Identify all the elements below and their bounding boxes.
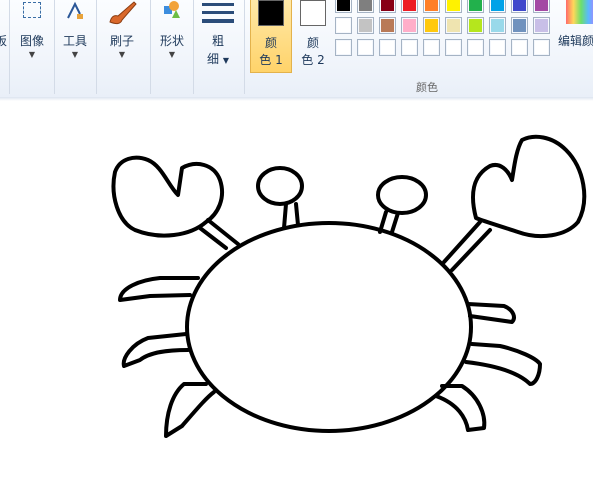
shapes-label: 形状 <box>159 34 184 48</box>
palette-color-swatch[interactable] <box>423 0 440 13</box>
brushes-button[interactable]: 刷子 ▼ <box>100 0 144 70</box>
chevron-down-icon: ▼ <box>118 50 126 59</box>
color2-label-line2: 色 2 <box>301 53 325 67</box>
crab-leg-right-2 <box>464 342 542 386</box>
color1-label-line2: 色 1 <box>259 53 283 67</box>
tools-button[interactable]: 工具 ▼ <box>56 0 94 70</box>
color-wheel-icon <box>566 0 593 24</box>
palette-color-swatch[interactable] <box>489 39 506 56</box>
crab-claw-left <box>111 155 225 238</box>
palette-color-swatch[interactable] <box>511 17 528 34</box>
palette-color-swatch[interactable] <box>423 17 440 34</box>
palette-color-swatch[interactable] <box>533 17 550 34</box>
crab-eye-right <box>376 175 428 215</box>
separator <box>193 0 194 94</box>
palette-color-swatch[interactable] <box>357 39 374 56</box>
crab-body <box>185 221 473 433</box>
select-icon <box>23 2 41 18</box>
tools-icon <box>67 1 83 19</box>
palette-color-swatch[interactable] <box>511 39 528 56</box>
palette-color-swatch[interactable] <box>335 39 352 56</box>
crab-drawing <box>111 134 587 438</box>
crab-leg-left-3 <box>164 382 216 438</box>
palette-color-swatch[interactable] <box>467 0 484 13</box>
palette-color-swatch[interactable] <box>357 17 374 34</box>
palette-color-swatch[interactable] <box>335 0 352 13</box>
palette-color-swatch[interactable] <box>357 0 374 13</box>
chevron-down-icon: ▼ <box>168 50 176 59</box>
tools-label: 工具 <box>62 34 87 48</box>
crab-eyestalk-right <box>378 210 400 234</box>
edit-colors-label: 编辑颜 <box>557 34 593 48</box>
crab-leg-right-1 <box>466 302 516 324</box>
separator <box>244 0 245 94</box>
palette-color-swatch[interactable] <box>489 0 506 13</box>
separator <box>9 0 10 94</box>
ribbon: 板 图像 ▼ 工具 ▼ 刷子 ▼ 形状 ▼ 粗 细 ▼ 颜 色 1 颜 色 2 … <box>0 0 593 98</box>
crab-leg-left-2 <box>121 332 190 368</box>
separator <box>96 0 97 94</box>
color1-swatch <box>258 0 284 26</box>
colors-group-label: 颜色 <box>416 81 438 94</box>
clipboard-label: 板 <box>0 34 7 48</box>
palette-color-swatch[interactable] <box>401 0 418 13</box>
color2-button[interactable]: 颜 色 2 <box>293 0 333 72</box>
color1-label-line1: 颜 <box>264 36 277 50</box>
brushes-label: 刷子 <box>109 34 134 48</box>
color2-label-line1: 颜 <box>306 36 319 50</box>
size-label-1: 粗 <box>211 34 224 48</box>
edit-colors-button[interactable]: 编辑颜 <box>556 0 593 70</box>
palette-color-swatch[interactable] <box>401 17 418 34</box>
chevron-down-icon: ▼ <box>28 50 36 59</box>
color2-swatch <box>300 0 326 26</box>
palette-color-swatch[interactable] <box>379 39 396 56</box>
palette-color-swatch[interactable] <box>489 17 506 34</box>
palette-color-swatch[interactable] <box>335 17 352 34</box>
palette-color-swatch[interactable] <box>379 0 396 13</box>
crab-leg-right-3 <box>434 384 487 432</box>
clipboard-group[interactable]: 板 <box>0 0 8 94</box>
palette-color-swatch[interactable] <box>445 0 462 13</box>
size-label-2: 细 ▼ <box>198 50 238 67</box>
chevron-down-icon: ▼ <box>222 56 229 65</box>
palette-color-swatch[interactable] <box>379 17 396 34</box>
chevron-down-icon: ▼ <box>71 50 79 59</box>
image-button[interactable]: 图像 ▼ <box>12 0 52 70</box>
brush-icon <box>109 1 137 25</box>
crab-claw-right <box>471 134 587 239</box>
size-button[interactable]: 粗 细 ▼ <box>198 0 238 70</box>
palette-color-swatch[interactable] <box>445 39 462 56</box>
crab-eye-left <box>256 166 304 206</box>
palette-color-swatch[interactable] <box>445 17 462 34</box>
separator <box>54 0 55 94</box>
palette-color-swatch[interactable] <box>467 39 484 56</box>
color1-button[interactable]: 颜 色 1 <box>250 0 292 73</box>
palette-color-swatch[interactable] <box>511 0 528 13</box>
palette-color-swatch[interactable] <box>401 39 418 56</box>
shapes-icon <box>164 1 180 18</box>
palette-color-swatch[interactable] <box>533 0 550 13</box>
palette-color-swatch[interactable] <box>423 39 440 56</box>
image-label: 图像 <box>19 34 44 48</box>
size-label-2-text: 细 <box>207 52 220 66</box>
crab-arm-right <box>442 220 492 272</box>
palette-color-swatch[interactable] <box>467 17 484 34</box>
crab-leg-left-1 <box>118 276 200 302</box>
separator <box>150 0 151 94</box>
shapes-button[interactable]: 形状 ▼ <box>153 0 191 94</box>
size-lines-icon <box>202 0 234 23</box>
palette-color-swatch[interactable] <box>533 39 550 56</box>
drawing-canvas[interactable] <box>0 101 593 504</box>
